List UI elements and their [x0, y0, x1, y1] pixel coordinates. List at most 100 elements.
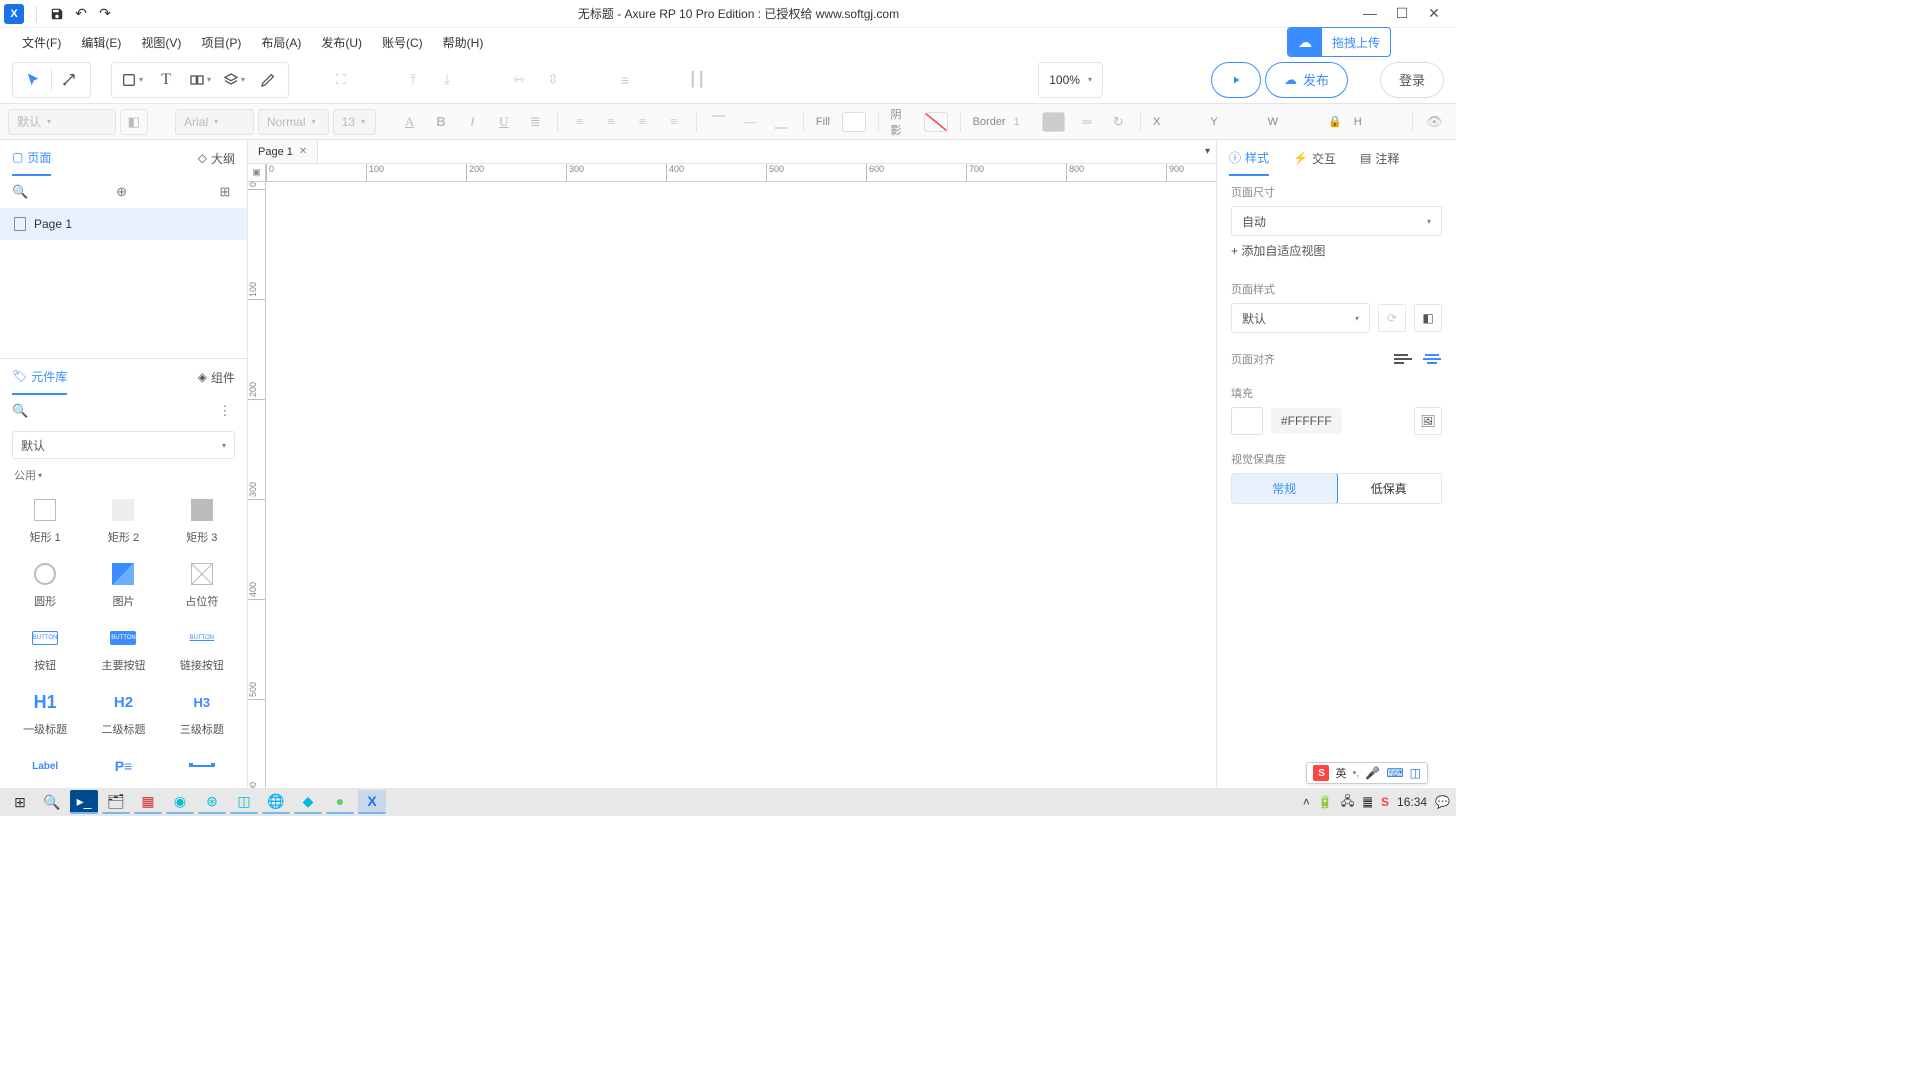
- bullets-icon[interactable]: ≣: [522, 109, 549, 135]
- tab-interactions[interactable]: ⚡交互: [1293, 140, 1336, 176]
- page-align-left-icon[interactable]: [1394, 349, 1414, 369]
- font-color-icon[interactable]: A: [396, 109, 423, 135]
- fidelity-low[interactable]: 低保真: [1337, 474, 1442, 503]
- page-style-select[interactable]: 默认▾: [1231, 303, 1370, 333]
- fill-color-swatch[interactable]: [1231, 407, 1263, 435]
- app-task-icon[interactable]: ▦: [134, 790, 162, 814]
- pen-tool[interactable]: [252, 66, 284, 94]
- style-manager-icon[interactable]: ◧: [120, 109, 147, 135]
- align-center-text-icon[interactable]: ≡: [597, 109, 624, 135]
- border-style-icon[interactable]: ═: [1073, 109, 1100, 135]
- italic-icon[interactable]: I: [459, 109, 486, 135]
- border-width-input[interactable]: [1014, 111, 1034, 133]
- widget-label[interactable]: Label: [8, 747, 82, 788]
- y-input[interactable]: [1226, 111, 1260, 133]
- tab-dropdown-icon[interactable]: ▾: [1205, 146, 1210, 157]
- ime-toolbar[interactable]: S 英 •, 🎤 ⌨ ◫: [1306, 762, 1428, 784]
- explorer-task-icon[interactable]: 🗂: [102, 790, 130, 814]
- widget-line[interactable]: [165, 747, 239, 788]
- widget-paragraph[interactable]: P≡: [86, 747, 160, 788]
- tab-notes[interactable]: ▤注释: [1360, 140, 1399, 176]
- pointer-tool[interactable]: [17, 66, 49, 94]
- tab-masters[interactable]: ◈组件: [198, 359, 235, 395]
- widget-link-button[interactable]: BUTTON链接按钮: [165, 619, 239, 679]
- connector-tool[interactable]: [54, 66, 86, 94]
- font-size-select[interactable]: 13▾: [333, 109, 376, 135]
- widget-circle[interactable]: 圆形: [8, 555, 82, 615]
- font-weight-select[interactable]: Normal▾: [258, 109, 329, 135]
- widget-rect3[interactable]: 矩形 3: [165, 491, 239, 551]
- widget-image[interactable]: 图片: [86, 555, 160, 615]
- border-color-swatch[interactable]: [1042, 112, 1066, 132]
- shadow-swatch[interactable]: [924, 112, 948, 132]
- canvas-tab[interactable]: Page 1 ✕: [248, 140, 318, 163]
- menu-account[interactable]: 账号(C): [372, 30, 433, 55]
- valign-bot-icon[interactable]: ⎽: [768, 109, 795, 135]
- library-select[interactable]: 默认▾: [12, 431, 235, 459]
- login-button[interactable]: 登录: [1380, 62, 1444, 98]
- h-input[interactable]: [1370, 111, 1404, 133]
- align-right-text-icon[interactable]: ≡: [629, 109, 656, 135]
- tab-outline[interactable]: ◇大纲: [198, 140, 235, 176]
- w-input[interactable]: [1286, 111, 1320, 133]
- underline-icon[interactable]: U: [490, 109, 517, 135]
- align-justify-icon[interactable]: ≡: [660, 109, 687, 135]
- add-folder-icon[interactable]: ⊞: [215, 184, 235, 200]
- undo-icon[interactable]: ↶: [69, 2, 93, 26]
- bold-icon[interactable]: B: [427, 109, 454, 135]
- preview-button[interactable]: [1211, 62, 1261, 98]
- search-icon[interactable]: 🔍: [12, 184, 28, 200]
- tray-sogou-icon[interactable]: S: [1381, 795, 1389, 809]
- lock-aspect-icon[interactable]: 🔒: [1324, 115, 1346, 128]
- widget-rect2[interactable]: 矩形 2: [86, 491, 160, 551]
- fidelity-normal[interactable]: 常规: [1231, 473, 1338, 504]
- app5-task-icon[interactable]: ◆: [294, 790, 322, 814]
- update-style-icon[interactable]: ⟳: [1378, 304, 1406, 332]
- widget-rect1[interactable]: 矩形 1: [8, 491, 82, 551]
- maximize-icon[interactable]: ☐: [1392, 5, 1412, 22]
- tray-battery-icon[interactable]: 🔋: [1318, 795, 1333, 809]
- x-input[interactable]: [1168, 111, 1202, 133]
- tab-widgets[interactable]: 🏷元件库: [12, 359, 67, 395]
- app6-task-icon[interactable]: ●: [326, 790, 354, 814]
- app2-task-icon[interactable]: ◉: [166, 790, 194, 814]
- widget-primary-button[interactable]: BUTTON主要按钮: [86, 619, 160, 679]
- ruler-vertical[interactable]: 0 100 200 300 400 500 600: [248, 182, 266, 788]
- close-icon[interactable]: ✕: [1424, 5, 1444, 22]
- tray-notification-icon[interactable]: 💬: [1435, 795, 1450, 809]
- menu-project[interactable]: 项目(P): [191, 30, 251, 55]
- page-dim-select[interactable]: 自动▾: [1231, 206, 1442, 236]
- menu-layout[interactable]: 布局(A): [251, 30, 311, 55]
- save-icon[interactable]: [45, 2, 69, 26]
- widget-h1[interactable]: H1一级标题: [8, 683, 82, 743]
- tray-clock[interactable]: 16:34: [1397, 795, 1427, 809]
- menu-publish[interactable]: 发布(U): [311, 30, 372, 55]
- edge-task-icon[interactable]: 🌐: [262, 790, 290, 814]
- ruler-horizontal[interactable]: 0 100 200 300 400 500 600 700 800 900: [266, 164, 1216, 182]
- ime-keyboard-icon[interactable]: ⌨: [1386, 766, 1403, 780]
- upload-button[interactable]: ☁ 拖拽上传: [1287, 27, 1391, 57]
- start-icon[interactable]: ⊞: [6, 790, 34, 814]
- menu-view[interactable]: 视图(V): [131, 30, 191, 55]
- search-task-icon[interactable]: 🔍: [38, 790, 66, 814]
- shape-tool[interactable]: [116, 66, 148, 94]
- lib-search-icon[interactable]: 🔍: [12, 403, 28, 419]
- powershell-task-icon[interactable]: ▸_: [70, 790, 98, 814]
- ime-voice-icon[interactable]: 🎤: [1365, 766, 1380, 780]
- widget-placeholder[interactable]: 占位符: [165, 555, 239, 615]
- menu-edit[interactable]: 编辑(E): [71, 30, 131, 55]
- text-tool[interactable]: T: [150, 66, 182, 94]
- widget-h3[interactable]: H3三级标题: [165, 683, 239, 743]
- widget-button[interactable]: BUTTON按钮: [8, 619, 82, 679]
- app3-task-icon[interactable]: ⊛: [198, 790, 226, 814]
- page-align-center-icon[interactable]: [1422, 349, 1442, 369]
- menu-help[interactable]: 帮助(H): [433, 30, 494, 55]
- minimize-icon[interactable]: —: [1360, 5, 1380, 22]
- lib-category[interactable]: 公用▾: [0, 463, 247, 487]
- canvas[interactable]: [266, 182, 1216, 788]
- valign-mid-icon[interactable]: —: [736, 109, 763, 135]
- fill-swatch[interactable]: [842, 112, 866, 132]
- page-item[interactable]: Page 1: [0, 208, 247, 240]
- font-select[interactable]: Arial▾: [175, 109, 254, 135]
- widget-h2[interactable]: H2二级标题: [86, 683, 160, 743]
